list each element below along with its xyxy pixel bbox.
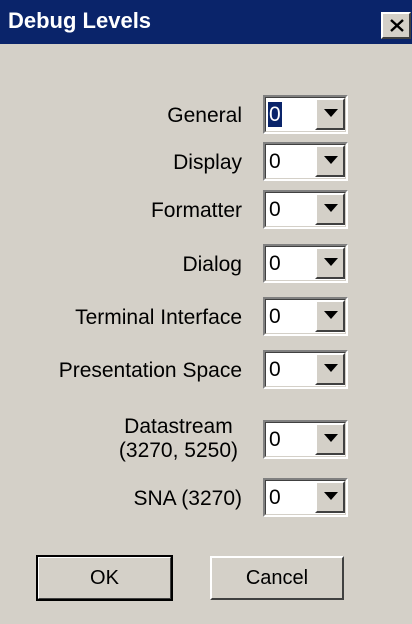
label-datastream-line2: (3270, 5250) [118,439,238,462]
combo-formatter-dropdown-button[interactable] [315,193,345,225]
combo-datastream-value: 0 [269,428,281,451]
combo-display[interactable]: 0 [263,142,348,181]
close-icon [390,19,404,32]
chevron-down-icon [324,204,338,212]
chevron-down-icon [324,364,338,372]
label-terminal-interface: Terminal Interface [75,306,242,329]
chevron-down-icon [324,258,338,266]
label-formatter: Formatter [150,199,242,222]
label-datastream-line1: Datastream [124,415,233,438]
combo-presentation-space-dropdown-button[interactable] [315,353,345,385]
combo-display-value: 0 [269,150,281,173]
label-sna: SNA (3270) [133,487,242,510]
label-display: Display [173,151,242,174]
combo-dialog[interactable]: 0 [263,244,348,283]
label-general: General [167,104,242,127]
window-title: Debug Levels [8,8,152,33]
combo-formatter[interactable]: 0 [263,190,348,229]
combo-datastream[interactable]: 0 [263,420,348,459]
title-bar: Debug Levels [0,0,412,44]
cancel-button[interactable]: Cancel [210,556,344,600]
combo-dialog-value: 0 [269,252,281,275]
ok-button[interactable]: OK [36,555,173,601]
combo-general-value: 0 [268,102,282,127]
combo-sna[interactable]: 0 [263,478,348,517]
chevron-down-icon [324,156,338,164]
close-button[interactable] [381,12,411,39]
combo-terminal-interface-dropdown-button[interactable] [315,300,345,332]
combo-datastream-dropdown-button[interactable] [315,423,345,455]
combo-sna-value: 0 [269,486,281,509]
combo-presentation-space[interactable]: 0 [263,350,348,389]
label-datastream: Datastream (3270, 5250) [119,415,238,463]
combo-general[interactable]: 0 [263,95,348,134]
chevron-down-icon [324,434,338,442]
combo-presentation-space-value: 0 [269,358,281,381]
combo-formatter-value: 0 [269,198,281,221]
chevron-down-icon [324,109,338,117]
combo-general-dropdown-button[interactable] [315,98,345,130]
combo-display-dropdown-button[interactable] [315,145,345,177]
label-presentation-space: Presentation Space [58,359,242,382]
combo-terminal-interface[interactable]: 0 [263,297,348,336]
label-dialog: Dialog [182,253,242,276]
combo-dialog-dropdown-button[interactable] [315,247,345,279]
chevron-down-icon [324,311,338,319]
chevron-down-icon [324,492,338,500]
combo-terminal-interface-value: 0 [269,305,281,328]
debug-levels-dialog: Debug Levels General 0 Display 0 Formatt… [0,0,412,624]
combo-sna-dropdown-button[interactable] [315,481,345,513]
